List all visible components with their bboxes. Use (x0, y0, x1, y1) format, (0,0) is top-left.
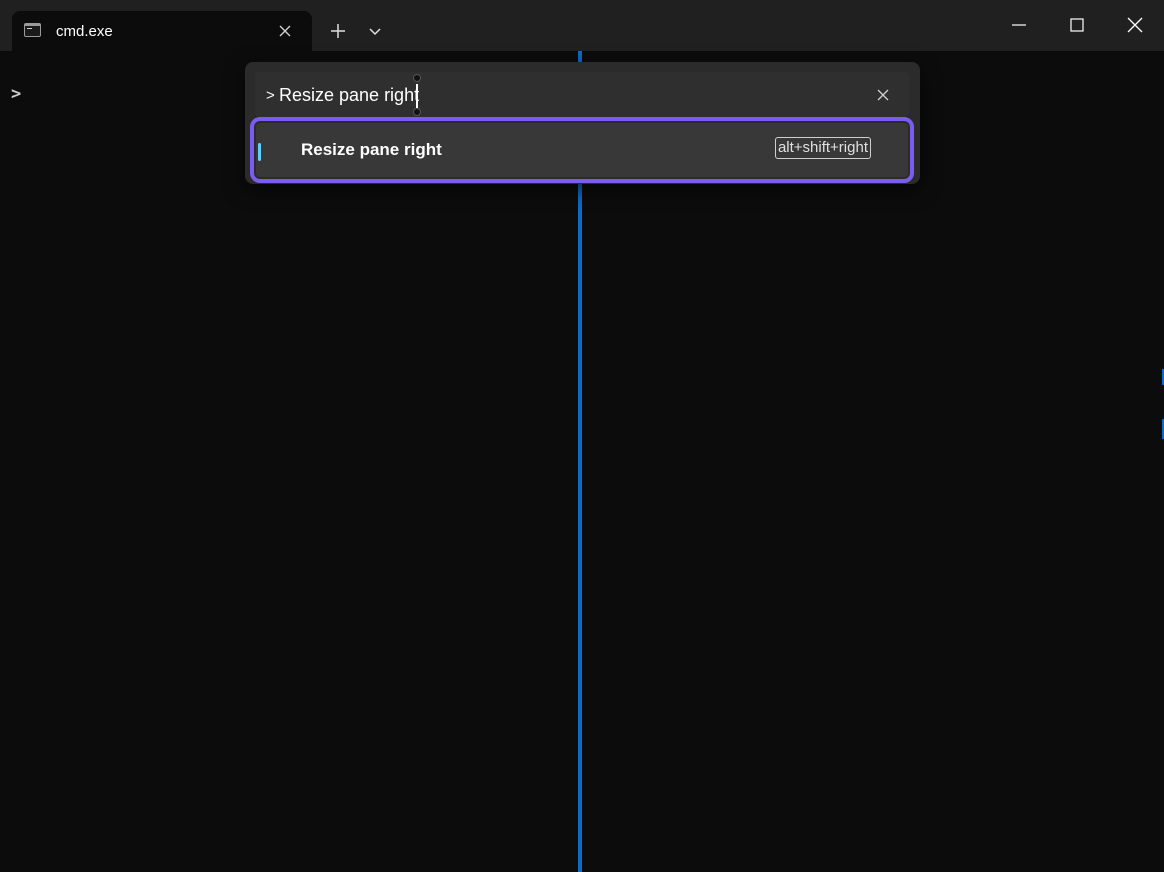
close-icon (1127, 17, 1143, 33)
search-input[interactable]: Resize pane right (279, 85, 419, 106)
command-search-box[interactable]: > Resize pane right (255, 72, 909, 118)
new-tab-dropdown-button[interactable] (358, 14, 392, 48)
command-palette: > Resize pane right Resize pane right al… (245, 62, 920, 184)
result-item-background: Resize pane right alt+shift+right (256, 123, 908, 177)
command-label: Resize pane right (301, 140, 442, 159)
tab-title: cmd.exe (56, 23, 113, 40)
minimize-icon (1012, 24, 1026, 26)
plus-icon (331, 24, 345, 38)
maximize-button[interactable] (1048, 0, 1106, 50)
new-tab-button[interactable] (321, 14, 355, 48)
close-window-button[interactable] (1106, 0, 1164, 50)
title-bar[interactable]: cmd.exe (0, 0, 1164, 51)
command-prefix: > (266, 87, 275, 104)
close-icon (877, 89, 889, 101)
selection-indicator (258, 143, 261, 161)
chevron-down-icon (369, 28, 381, 36)
terminal-prompt: > (11, 84, 22, 104)
console-icon (24, 23, 41, 37)
maximize-icon (1070, 18, 1084, 32)
clear-search-button[interactable] (871, 83, 895, 107)
command-result-item[interactable]: Resize pane right alt+shift+right (250, 117, 914, 183)
close-tab-icon[interactable] (274, 20, 296, 42)
terminal-window: cmd.exe > > Resize pane right Resize pan… (0, 0, 1164, 872)
keychord-badge: alt+shift+right (774, 137, 871, 159)
minimize-button[interactable] (990, 0, 1048, 50)
selection-handle-bottom[interactable] (413, 108, 421, 116)
tab-cmd[interactable]: cmd.exe (12, 11, 312, 51)
selection-handle-top[interactable] (413, 74, 421, 82)
text-caret (416, 84, 418, 108)
